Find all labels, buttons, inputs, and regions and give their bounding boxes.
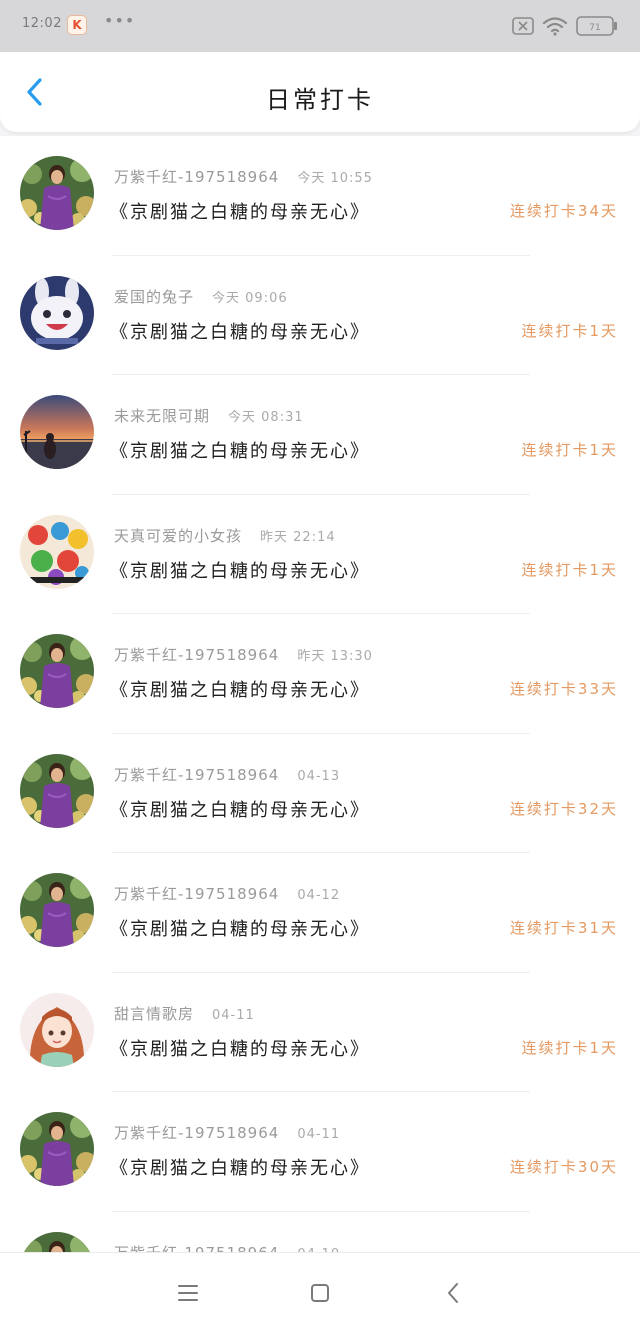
item-meta: 万紫千红-197518964 04-13 [114,764,340,785]
battery-level: 71 [589,23,600,33]
avatar[interactable] [20,275,94,350]
checkin-list-item[interactable]: 天真可爱的小女孩 昨天 22:14 《京剧猫之白糖的母亲无心》 连续打卡1天 [0,495,640,614]
home-button[interactable] [302,1275,338,1311]
streak-badge: 连续打卡33天 [509,680,618,698]
username[interactable]: 万紫千红-197518964 [114,646,279,664]
checkin-list-item[interactable]: 未来无限可期 今天 08:31 《京剧猫之白糖的母亲无心》 连续打卡1天 [0,375,640,495]
username[interactable]: 爱国的兔子 [114,288,194,306]
content-title[interactable]: 《京剧猫之白糖的母亲无心》 [110,557,370,583]
item-meta: 万紫千红-197518964 04-11 [114,1122,340,1143]
avatar-image [20,275,94,350]
streak-badge: 连续打卡1天 [521,1038,618,1057]
timestamp: 昨天 22:14 [260,529,336,545]
status-bar: 12:02 K ••• 71 [0,0,640,52]
page-title: 日常打卡 [266,86,374,114]
timestamp: 今天 10:55 [297,171,373,186]
timestamp: 今天 08:31 [228,410,304,425]
status-time: 12:02 [22,16,62,31]
username[interactable]: 万紫千红-197518964 [114,1124,279,1142]
content-title[interactable]: 《京剧猫之白糖的母亲无心》 [110,1035,370,1061]
avatar[interactable] [20,1231,94,1252]
avatar[interactable] [20,873,94,947]
timestamp: 昨天 13:30 [297,649,373,664]
avatar-image [20,156,94,230]
system-back-button[interactable] [436,1275,472,1311]
timestamp: 04-11 [297,1127,341,1142]
timestamp: 今天 09:06 [212,290,288,306]
timestamp: 04-13 [297,768,341,784]
content-title[interactable]: 《京剧猫之白糖的母亲无心》 [110,318,370,344]
item-meta: 爱国的兔子 今天 09:06 [114,286,288,307]
avatar[interactable] [20,1112,94,1186]
avatar-image [20,514,94,589]
streak-badge: 连续打卡31天 [509,919,618,937]
menu-button[interactable] [170,1275,206,1311]
header: 日常打卡 [0,52,640,132]
timestamp: 04-12 [297,888,341,903]
username[interactable]: 万紫千红-197518964 [114,885,279,903]
checkin-list-item[interactable]: 爱国的兔子 今天 09:06 《京剧猫之白糖的母亲无心》 连续打卡1天 [0,256,640,375]
battery-icon: 71 [576,16,617,36]
item-meta: 万紫千红-197518964 04-12 [114,883,340,904]
avatar-image [20,873,94,947]
avatar-image [20,1112,94,1186]
content-title[interactable]: 《京剧猫之白糖的母亲无心》 [110,437,370,463]
username[interactable]: 万紫千红-197518964 [114,168,279,186]
avatar[interactable] [20,634,94,708]
content-title[interactable]: 《京剧猫之白糖的母亲无心》 [110,198,370,224]
avatar[interactable] [20,753,94,828]
checkin-list-item[interactable]: 万紫千红-197518964 今天 10:55 《京剧猫之白糖的母亲无心》 连续打卡3… [0,136,640,256]
streak-badge: 连续打卡1天 [521,441,618,459]
item-meta: 未来无限可期 今天 08:31 [114,405,304,426]
username[interactable]: 天真可爱的小女孩 [114,527,242,545]
username[interactable]: 未来无限可期 [114,407,210,425]
checkin-list-item[interactable]: 万紫千红-19751896404-10 [0,1212,640,1253]
content-title[interactable]: 《京剧猫之白糖的母亲无心》 [110,676,370,702]
streak-badge: 连续打卡1天 [521,560,618,579]
checkin-list-item[interactable]: 万紫千红-197518964 昨天 13:30 《京剧猫之白糖的母亲无心》 连续打卡3… [0,614,640,734]
no-sim-icon [512,17,534,35]
item-meta: 天真可爱的小女孩 昨天 22:14 [114,525,336,546]
streak-badge: 连续打卡34天 [509,202,618,220]
checkin-list-item[interactable]: 甜言情歌房 04-11 《京剧猫之白糖的母亲无心》 连续打卡1天 [0,973,640,1092]
home-square-icon [311,1284,329,1302]
avatar[interactable] [20,514,94,589]
avatar[interactable] [20,156,94,230]
avatar[interactable] [20,992,94,1067]
more-notifications-icon: ••• [104,11,136,30]
checkin-list-item[interactable]: 万紫千红-197518964 04-11 《京剧猫之白糖的母亲无心》 连续打卡30天 [0,1092,640,1212]
item-meta: 万紫千红-19751896404-10 [114,1242,340,1253]
username[interactable]: 万紫千红-197518964 [114,1244,279,1253]
content-title[interactable]: 《京剧猫之白糖的母亲无心》 [110,796,370,822]
username[interactable]: 甜言情歌房 [114,1005,194,1023]
checkin-list-item[interactable]: 万紫千红-197518964 04-12 《京剧猫之白糖的母亲无心》 连续打卡31天 [0,853,640,973]
avatar-image [20,753,94,828]
content-title[interactable]: 《京剧猫之白糖的母亲无心》 [110,1154,370,1180]
content-title[interactable]: 《京剧猫之白糖的母亲无心》 [110,915,370,941]
avatar-image [20,992,94,1067]
avatar[interactable] [20,395,94,469]
navigation-bar [0,1252,640,1330]
item-meta: 甜言情歌房 04-11 [114,1003,255,1024]
username[interactable]: 万紫千红-197518964 [114,766,279,784]
timestamp: 04-11 [212,1007,255,1023]
avatar-image [20,1231,94,1252]
streak-badge: 连续打卡32天 [509,799,618,818]
streak-badge: 连续打卡30天 [509,1158,618,1176]
avatar-image [20,634,94,708]
item-meta: 万紫千红-197518964 昨天 13:30 [114,644,373,665]
item-meta: 万紫千红-197518964 今天 10:55 [114,166,373,187]
app-notification-icon: K [67,15,87,35]
menu-icon [178,1285,198,1301]
wifi-icon [542,17,568,36]
checkin-list-item[interactable]: 万紫千红-197518964 04-13 《京剧猫之白糖的母亲无心》 连续打卡32天 [0,734,640,853]
back-triangle-icon [448,1283,458,1303]
checkin-list[interactable]: 万紫千红-197518964 今天 10:55 《京剧猫之白糖的母亲无心》 连续打卡3… [0,136,640,1252]
streak-badge: 连续打卡1天 [521,321,618,340]
avatar-image [20,395,94,469]
